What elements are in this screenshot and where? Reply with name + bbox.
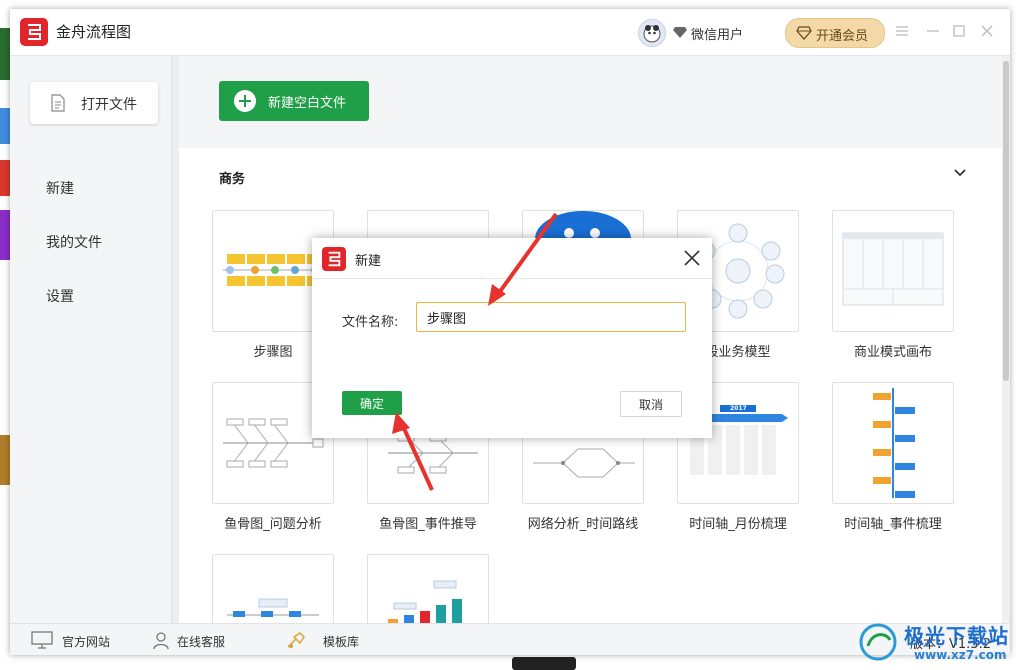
watermark: 极光下载站 www.xz7.com [858, 620, 1018, 668]
annotation-arrow [488, 212, 558, 306]
annotation-arrows [392, 212, 558, 491]
watermark-logo-icon [859, 623, 897, 661]
watermark-name: 极光下载站 [904, 624, 1009, 648]
annotation-arrow [392, 412, 434, 491]
watermark-url: www.xz7.com [914, 648, 1007, 662]
